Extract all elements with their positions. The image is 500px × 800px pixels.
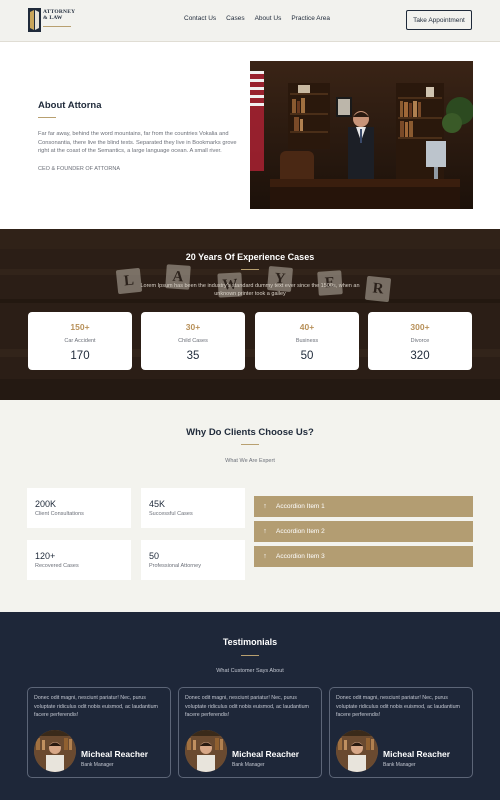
scales-logo-icon (28, 8, 41, 32)
accordion-item-1[interactable]: ↑ Accordion Item 1 (254, 496, 473, 517)
why-stat-number: 45K (149, 499, 166, 509)
about-title: About Attorna (38, 100, 102, 111)
logo[interactable]: ATTORNEY & LAW (28, 8, 76, 32)
testimonial-card: Donec odit magni, nesciunt pariatur! Nec… (27, 687, 171, 778)
experience-section: L A W Y E R 20 Years Of Experience Cases… (0, 229, 500, 400)
stat-card-divorce: 300+ Divorce 320 (368, 312, 472, 370)
why-stat-card: 120+ Recovered Cases (27, 540, 131, 580)
why-stat-label: Professional Attorney (149, 563, 201, 569)
testimonial-name: Micheal Reacher (232, 749, 300, 759)
site-header: ATTORNEY & LAW Contact Us Cases About Us… (0, 0, 500, 42)
arrow-up-icon: ↑ (263, 553, 267, 560)
letter-tile: L (115, 267, 143, 295)
avatar (34, 730, 76, 772)
stat-label: Child Cases (178, 338, 208, 344)
attorney-office-photo (250, 61, 473, 209)
take-appointment-button[interactable]: Take Appointment (406, 10, 472, 30)
testimonial-card: Donec odit magni, nesciunt pariatur! Nec… (178, 687, 322, 778)
why-choose-us-section: Why Do Clients Choose Us? What We Are Ex… (0, 400, 500, 612)
why-stat-number: 200K (35, 499, 57, 509)
about-signature: CEO & FOUNDER OF ATTORNA (38, 166, 120, 172)
why-title-underline (241, 444, 259, 445)
avatar (336, 730, 378, 772)
nav-about-us[interactable]: About Us (255, 15, 282, 22)
stat-card-car-accident: 150+ Car Accident 170 (28, 312, 132, 370)
stat-card-child-cases: 30+ Child Cases 35 (141, 312, 245, 370)
stat-label: Business (295, 338, 319, 344)
testimonial-card: Donec odit magni, nesciunt pariatur! Nec… (329, 687, 473, 778)
accordion-item-2[interactable]: ↑ Accordion Item 2 (254, 521, 473, 542)
why-subtitle: What We Are Expert (225, 458, 275, 464)
why-stat-card: 50 Professional Attorney (141, 540, 245, 580)
stat-value: 50 (300, 350, 314, 362)
arrow-up-icon: ↑ (263, 503, 267, 510)
testimonial-role: Bank Manager (232, 762, 265, 768)
stat-value: 320 (410, 350, 430, 362)
testimonial-name: Micheal Reacher (81, 749, 149, 759)
testimonial-name: Micheal Reacher (383, 749, 451, 759)
testimonials-section: Testimonials What Customer Says About Do… (0, 612, 500, 800)
logo-underline (43, 26, 71, 27)
experience-title: 20 Years Of Experience Cases (185, 252, 315, 262)
logo-text: ATTORNEY & LAW (43, 9, 76, 21)
testimonials-title-underline (241, 655, 259, 656)
avatar (185, 730, 227, 772)
stat-count: 40+ (299, 322, 315, 332)
accordion-label: Accordion Item 2 (276, 528, 325, 535)
why-stat-number: 50 (149, 551, 160, 561)
why-stat-number: 120+ (35, 551, 56, 561)
accordion-item-3[interactable]: ↑ Accordion Item 3 (254, 546, 473, 567)
testimonial-text: Donec odit magni, nesciunt pariatur! Nec… (185, 695, 309, 718)
stat-value: 170 (70, 350, 90, 362)
experience-subtitle: Lorem Ipsum has been the industry's stan… (140, 283, 360, 297)
accordion-label: Accordion Item 1 (276, 503, 325, 510)
why-stat-label: Client Consultations (35, 511, 84, 517)
about-body: Far far away, behind the word mountains,… (38, 131, 237, 155)
why-stat-card: 200K Client Consultations (27, 488, 131, 528)
letter-tile: R (364, 275, 392, 303)
nav-contact-us[interactable]: Contact Us (184, 15, 216, 22)
why-stat-card: 45K Successful Cases (141, 488, 245, 528)
experience-title-underline (241, 269, 259, 270)
stat-label: Car Accident (64, 338, 96, 344)
why-stat-label: Successful Cases (149, 511, 193, 517)
main-nav: Contact Us Cases About Us Practice Area (184, 15, 330, 22)
testimonials-subtitle: What Customer Says About (216, 668, 284, 674)
stat-value: 35 (186, 350, 200, 362)
why-title: Why Do Clients Choose Us? (186, 427, 314, 438)
testimonial-role: Bank Manager (383, 762, 416, 768)
testimonial-role: Bank Manager (81, 762, 114, 768)
stat-card-business: 40+ Business 50 (255, 312, 359, 370)
testimonials-title: Testimonials (222, 637, 278, 647)
stat-label: Divorce (410, 338, 430, 344)
about-title-underline (38, 117, 56, 118)
nav-cases[interactable]: Cases (226, 15, 244, 22)
testimonial-text: Donec odit magni, nesciunt pariatur! Nec… (336, 695, 460, 718)
arrow-up-icon: ↑ (263, 528, 267, 535)
nav-practice-area[interactable]: Practice Area (291, 15, 330, 22)
accordion-label: Accordion Item 3 (276, 553, 325, 560)
stat-count: 300+ (410, 322, 430, 332)
stat-count: 30+ (185, 322, 201, 332)
why-stat-label: Recovered Cases (35, 563, 79, 569)
testimonial-text: Donec odit magni, nesciunt pariatur! Nec… (34, 695, 158, 718)
stat-count: 150+ (70, 322, 90, 332)
